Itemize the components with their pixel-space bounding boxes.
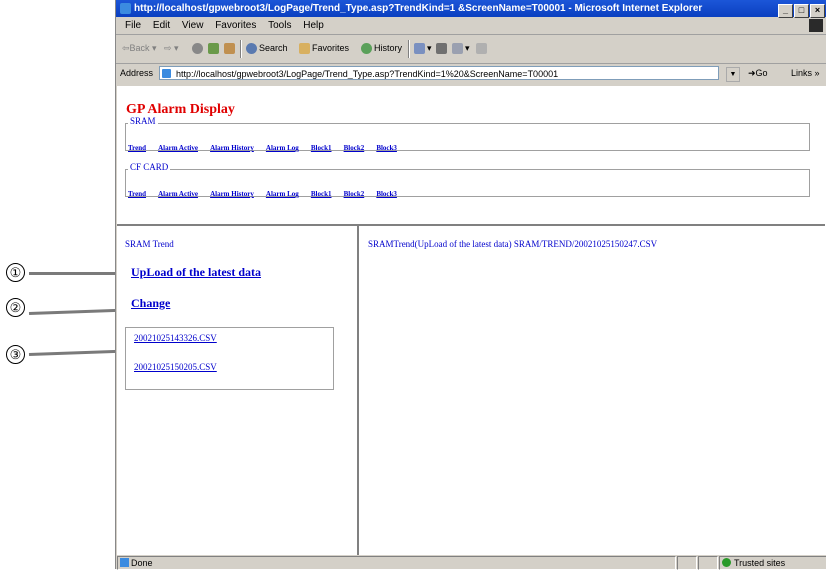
cf-alarm-log-link[interactable]: Alarm Log [266,190,299,198]
address-bar: Address http://localhost/gpwebroot3/LogP… [116,64,826,83]
callout-1: ① [6,263,25,282]
cf-block2-link[interactable]: Block2 [344,190,365,198]
browser-window: http://localhost/gpwebroot3/LogPage/Tren… [115,0,826,570]
windows-logo-icon [809,19,823,32]
close-button[interactable]: × [810,4,825,18]
status-panel: Done [117,556,676,570]
status-bar: Done Trusted sites [116,556,826,570]
toolbar-separator [408,40,410,58]
status-panel [677,556,697,570]
go-button[interactable]: ➜Go [748,68,768,79]
mail-button[interactable]: ▾ [414,43,432,55]
sram-group: SRAM Trend Alarm Active Alarm History Al… [125,116,810,154]
stop-icon [192,43,203,55]
address-url: http://localhost/gpwebroot3/LogPage/Tren… [176,69,559,79]
favorites-button[interactable]: Favorites [299,43,350,55]
address-label: Address [120,68,154,78]
favorites-icon [299,43,310,55]
upload-latest-link[interactable]: UpLoad of the latest data [131,265,261,280]
print-button[interactable] [436,43,449,55]
page-icon [162,69,171,78]
callout-3: ③ [6,345,25,364]
favorites-label: Favorites [312,43,350,53]
cf-block1-link[interactable]: Block1 [311,190,332,198]
menu-tools[interactable]: Tools [268,20,291,31]
links-label: Links [791,68,813,78]
go-label: Go [755,68,768,78]
sram-block1-link[interactable]: Block1 [311,144,332,152]
menu-favorites[interactable]: Favorites [215,20,256,31]
window-controls: _ □ × [777,2,825,19]
search-button[interactable]: Search [246,43,288,55]
search-icon [246,43,257,55]
ie-icon [120,3,131,14]
history-icon [361,43,372,55]
sram-alarm-active-link[interactable]: Alarm Active [158,144,198,152]
file-link[interactable]: 20021025143326.CSV [134,333,217,343]
change-link[interactable]: Change [131,296,170,311]
checkmark-icon [722,558,731,567]
callout-2: ② [6,298,25,317]
cf-alarm-active-link[interactable]: Alarm Active [158,190,198,198]
refresh-button[interactable] [208,43,221,55]
file-link[interactable]: 20021025150205.CSV [134,362,217,372]
menu-file[interactable]: File [125,20,141,31]
links-button[interactable]: Links » [791,68,820,78]
menu-help[interactable]: Help [303,20,324,31]
status-text: Done [131,558,153,568]
mail-icon [414,43,425,55]
discuss-button[interactable] [476,43,489,55]
search-label: Search [259,43,288,53]
callout-3-line [28,349,129,356]
menu-edit[interactable]: Edit [153,20,170,31]
history-button[interactable]: History [361,43,403,55]
sram-trend-link[interactable]: Trend [128,144,146,152]
refresh-icon [208,43,219,55]
trend-file-path: SRAMTrend(UpLoad of the latest data) SRA… [368,239,658,249]
sram-trend-heading: SRAM Trend [125,239,174,249]
home-button[interactable] [224,43,237,55]
sram-block3-link[interactable]: Block3 [376,144,397,152]
sram-legend: SRAM [128,116,158,126]
cf-card-group: CF CARD Trend Alarm Active Alarm History… [125,162,810,200]
sram-nav: Trend Alarm Active Alarm History Alarm L… [128,135,404,154]
window-title: http://localhost/gpwebroot3/LogPage/Tren… [134,3,703,14]
cf-block3-link[interactable]: Block3 [376,190,397,198]
toolbar: ⇦Back ▾ ⇨ ▾ Search Favorites History ▾ ▾ [116,35,826,64]
menu-view[interactable]: View [182,20,204,31]
zone-text: Trusted sites [734,558,786,568]
cf-card-nav: Trend Alarm Active Alarm History Alarm L… [128,181,404,200]
home-icon [224,43,235,55]
stop-button[interactable] [192,43,205,55]
forward-button[interactable]: ⇨ ▾ [164,43,179,54]
minimize-button[interactable]: _ [778,4,793,18]
history-label: History [374,43,403,53]
discuss-icon [476,43,487,55]
zone-panel: Trusted sites [719,556,826,570]
status-panel [698,556,718,570]
left-frame: SRAM Trend UpLoad of the latest data Cha… [117,226,359,555]
edit-icon [452,43,463,55]
cf-trend-link[interactable]: Trend [128,190,146,198]
right-frame: SRAMTrend(UpLoad of the latest data) SRA… [360,226,825,555]
back-button[interactable]: ⇦Back ▾ [122,43,157,54]
edit-button[interactable]: ▾ [452,43,470,55]
top-frame: GP Alarm Display SRAM Trend Alarm Active… [117,86,825,226]
menu-bar: File Edit View Favorites Tools Help [116,18,826,35]
sram-alarm-history-link[interactable]: Alarm History [210,144,254,152]
address-dropdown-button[interactable]: ▼ [726,67,740,82]
page-done-icon [120,558,129,567]
title-bar: http://localhost/gpwebroot3/LogPage/Tren… [116,0,826,19]
file-list: 20021025143326.CSV 20021025150205.CSV [125,327,334,390]
toolbar-separator [240,40,242,58]
address-input[interactable]: http://localhost/gpwebroot3/LogPage/Tren… [159,66,719,80]
maximize-button[interactable]: □ [794,4,809,18]
page-content: GP Alarm Display SRAM Trend Alarm Active… [117,86,826,555]
cf-card-legend: CF CARD [128,162,171,172]
print-icon [436,43,447,55]
cf-alarm-history-link[interactable]: Alarm History [210,190,254,198]
sram-block2-link[interactable]: Block2 [344,144,365,152]
sram-alarm-log-link[interactable]: Alarm Log [266,144,299,152]
